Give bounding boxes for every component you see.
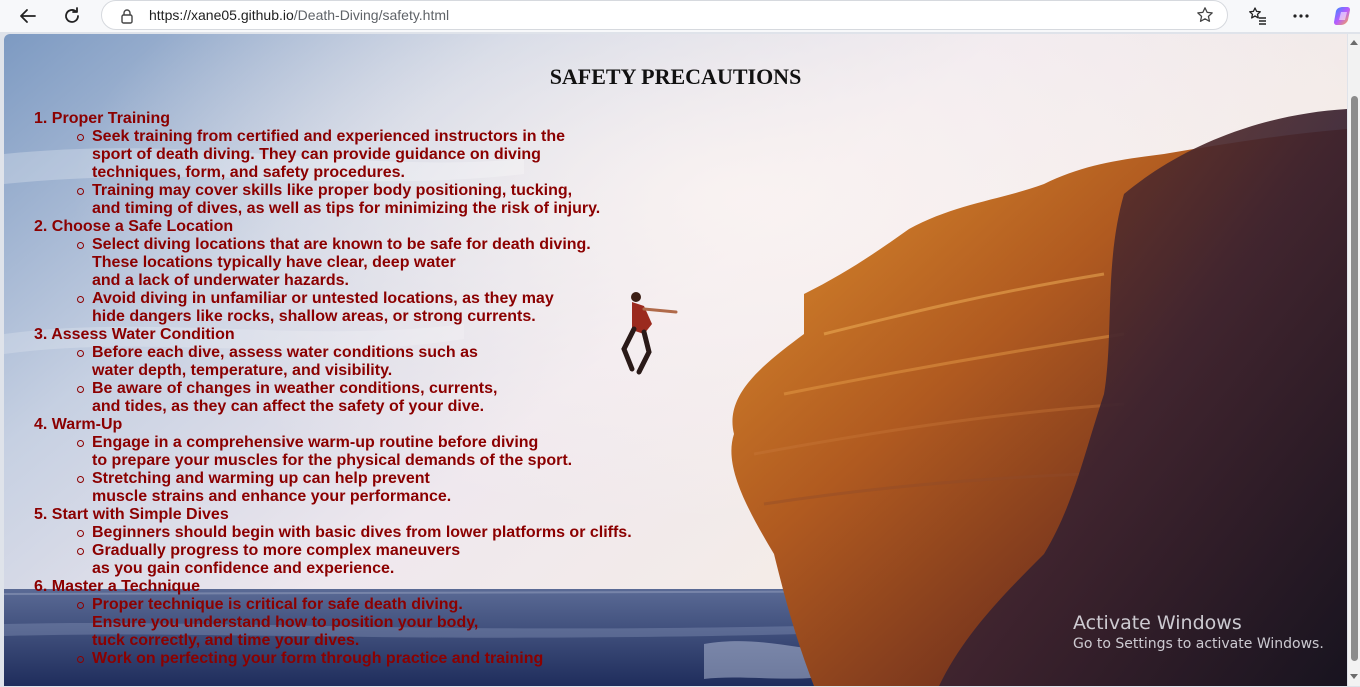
copilot-button[interactable]	[1330, 3, 1356, 29]
item-line: Engage in a comprehensive warm-up routin…	[92, 434, 539, 451]
item-line: tuck correctly, and time your dives.	[92, 632, 360, 649]
page-scrollbar[interactable]	[1348, 34, 1360, 686]
item-line: These locations typically have clear, de…	[92, 254, 456, 271]
item-line: to prepare your muscles for the physical…	[92, 452, 573, 469]
list-item: Gradually progress to more complex maneu…	[77, 542, 632, 578]
scroll-thumb[interactable]	[1351, 96, 1358, 661]
list-item: Work on perfecting your form through pra…	[77, 650, 632, 668]
item-line: techniques, form, and safety procedures.	[92, 164, 405, 181]
section-heading: 3. Assess Water Condition	[34, 326, 235, 343]
section-heading: 4. Warm-Up	[34, 416, 123, 433]
watermark-subtitle: Go to Settings to activate Windows.	[1073, 636, 1324, 652]
section-heading: 6. Master a Technique	[34, 578, 200, 595]
item-line: Stretching and warming up can help preve…	[92, 470, 430, 487]
list-item: Select diving locations that are known t…	[77, 236, 632, 290]
reload-icon	[65, 7, 79, 23]
section-master-technique: 6. Master a Technique Proper technique i…	[34, 578, 632, 668]
section-safe-location: 2. Choose a Safe Location Select diving …	[34, 218, 632, 326]
address-bar[interactable]: https://xane05.github.io/Death-Diving/sa…	[101, 0, 1228, 30]
scroll-down-arrow-icon[interactable]	[1350, 674, 1358, 679]
list-item: Training may cover skills like proper bo…	[77, 182, 632, 218]
browser-toolbar: https://xane05.github.io/Death-Diving/sa…	[0, 0, 1360, 32]
section-water-condition: 3. Assess Water Condition Before each di…	[34, 326, 632, 416]
item-line: Be aware of changes in weather condition…	[92, 380, 498, 397]
page-title: SAFETY PRECAUTIONS	[549, 64, 802, 89]
favorites-list-icon	[1249, 7, 1266, 25]
back-button[interactable]	[15, 3, 41, 29]
item-line: Before each dive, assess water condition…	[92, 344, 478, 361]
item-line: Seek training from certified and experie…	[92, 128, 566, 145]
url-path: /Death-Diving/safety.html	[293, 7, 450, 23]
item-line: Select diving locations that are known t…	[92, 236, 591, 253]
list-item: Proper technique is critical for safe de…	[77, 596, 632, 650]
item-line: hide dangers like rocks, shallow areas, …	[92, 308, 536, 325]
item-line: Work on perfecting your form through pra…	[92, 650, 544, 667]
item-line: Proper technique is critical for safe de…	[92, 596, 463, 613]
section-heading: 1. Proper Training	[34, 110, 171, 127]
list-item: Beginners should begin with basic dives …	[77, 524, 632, 542]
more-menu-button[interactable]	[1288, 3, 1314, 29]
more-dots-icon	[1293, 14, 1309, 18]
item-line: Beginners should begin with basic dives …	[92, 524, 632, 541]
item-line: muscle strains and enhance your performa…	[92, 488, 452, 505]
item-line: water depth, temperature, and visibility…	[92, 362, 393, 379]
item-line: Ensure you understand how to position yo…	[92, 614, 479, 631]
list-item: Avoid diving in unfamiliar or untested l…	[77, 290, 632, 326]
item-line: Avoid diving in unfamiliar or untested l…	[92, 290, 554, 307]
section-heading: 5. Start with Simple Dives	[34, 506, 229, 523]
url-text[interactable]: https://xane05.github.io/Death-Diving/sa…	[149, 7, 449, 23]
item-line: Training may cover skills like proper bo…	[92, 182, 573, 199]
scroll-up-arrow-icon[interactable]	[1350, 40, 1358, 45]
item-line: and tides, as they can affect the safety…	[92, 398, 485, 415]
page-viewport: SAFETY PRECAUTIONS 1. Proper Training Se…	[4, 34, 1347, 686]
list-item: Seek training from certified and experie…	[77, 128, 632, 182]
list-item: Be aware of changes in weather condition…	[77, 380, 632, 416]
section-simple-dives: 5. Start with Simple Dives Beginners sho…	[34, 506, 632, 578]
copilot-icon	[1334, 7, 1350, 25]
activate-windows-watermark: Activate Windows Go to Settings to activ…	[1073, 612, 1324, 652]
section-warm-up: 4. Warm-Up Engage in a comprehensive war…	[34, 416, 632, 506]
list-item: Engage in a comprehensive warm-up routin…	[77, 434, 632, 470]
list-item: Before each dive, assess water condition…	[77, 344, 632, 380]
item-line: and a lack of underwater hazards.	[92, 272, 349, 289]
item-line: sport of death diving. They can provide …	[92, 146, 541, 163]
item-line: and timing of dives, as well as tips for…	[92, 200, 601, 217]
safety-list: 1. Proper Training Seek training from ce…	[34, 110, 632, 668]
favorites-button[interactable]	[1245, 3, 1271, 29]
item-line: as you gain confidence and experience.	[92, 560, 395, 577]
lock-icon[interactable]	[120, 8, 134, 29]
favorite-star-icon[interactable]	[1196, 6, 1214, 29]
watermark-title: Activate Windows	[1073, 612, 1242, 634]
section-proper-training: 1. Proper Training Seek training from ce…	[34, 110, 632, 218]
list-item: Stretching and warming up can help preve…	[77, 470, 632, 506]
section-heading: 2. Choose a Safe Location	[34, 218, 234, 235]
back-arrow-icon	[20, 9, 36, 23]
reload-button[interactable]	[59, 3, 85, 29]
item-line: Gradually progress to more complex maneu…	[92, 542, 461, 559]
url-host: https://xane05.github.io	[149, 7, 294, 23]
